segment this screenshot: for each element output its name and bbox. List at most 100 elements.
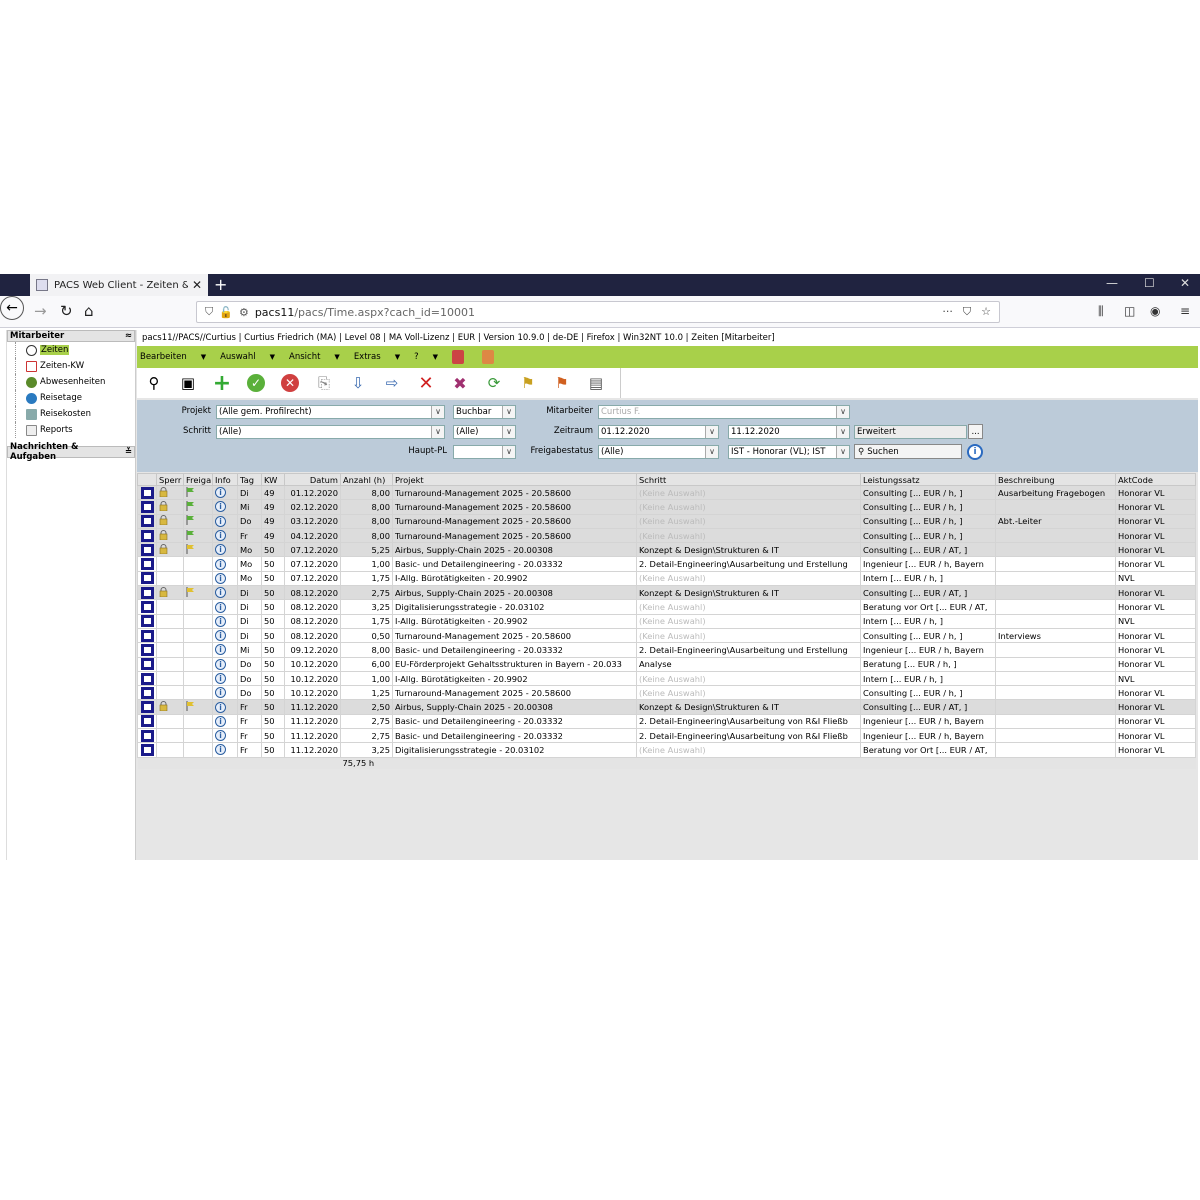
projekt-select[interactable]: (Alle gem. Profilrecht) ∨ — [216, 405, 445, 419]
info-icon[interactable]: i — [215, 515, 226, 527]
collapse-icon[interactable]: ≈ — [125, 331, 132, 341]
info-icon[interactable]: i — [215, 530, 226, 542]
column-header-freigabe[interactable]: Freiga — [183, 473, 213, 486]
sidebar-item-abwesenheiten[interactable]: Abwesenheiten — [15, 374, 135, 390]
column-header-datum[interactable]: Datum — [284, 473, 341, 486]
column-header-sperr[interactable]: Sperr — [156, 473, 184, 486]
table-row[interactable]: i Mo 50 07.12.2020 5,25 Airbus, Supply-Chain … — [137, 542, 1196, 558]
cancel-icon[interactable]: ✕ — [275, 370, 305, 396]
url-bar[interactable]: ⛉ 🔓 ⚙ pacs11 /pacs/Time.aspx?cach_id=100… — [196, 301, 1000, 323]
shield-icon[interactable]: ⛉ — [205, 305, 213, 319]
table-row[interactable]: i Di 49 01.12.2020 8,00 Turnaround-Management… — [137, 484, 1196, 501]
info-icon[interactable]: i — [215, 601, 226, 613]
account-icon[interactable]: ◉ — [1150, 304, 1160, 318]
table-row[interactable]: i Fr 50 11.12.2020 2,75 Basic- und Detailengi… — [137, 728, 1196, 744]
permissions-icon[interactable]: ⚙ — [239, 306, 249, 319]
insecure-lock-icon[interactable]: 🔓 — [219, 306, 233, 319]
expand-icon[interactable]: ≚ — [125, 447, 132, 457]
flag-revoke-icon[interactable]: ⚑ — [547, 370, 577, 396]
calculator-icon[interactable]: ▤ — [581, 370, 611, 396]
buchbar-select[interactable]: Buchbar ∨ — [453, 405, 516, 419]
column-header-anzahl[interactable]: Anzahl (h) — [340, 473, 393, 486]
info-icon[interactable]: i — [215, 687, 226, 699]
flag-release-icon[interactable]: ⚑ — [513, 370, 543, 396]
forward-icon[interactable]: → — [34, 302, 47, 320]
table-row[interactable]: i Mo 50 07.12.2020 1,75 I-Allg. Bürotätigkeit… — [137, 570, 1196, 587]
sidebar-toggle-icon[interactable]: ◫ — [1124, 304, 1135, 318]
suchen-button[interactable]: ⚲ Suchen — [854, 444, 962, 459]
info-icon[interactable]: i — [215, 658, 226, 670]
row-checkbox[interactable] — [140, 686, 154, 699]
row-checkbox[interactable] — [140, 558, 154, 571]
back-icon[interactable]: ← — [0, 296, 24, 320]
row-checkbox[interactable] — [140, 643, 154, 656]
info-icon[interactable]: i — [215, 715, 226, 727]
row-checkbox[interactable] — [140, 586, 154, 599]
table-row[interactable]: i Di 50 08.12.2020 0,50 Turnaround-Management… — [137, 627, 1196, 644]
row-checkbox[interactable] — [140, 529, 154, 542]
sidebar-section-nachrichten[interactable]: Nachrichten & Aufgaben ≚ — [7, 442, 135, 462]
zeitraum-to-input[interactable]: 11.12.2020 ∨ — [728, 425, 850, 439]
column-header-aktcode[interactable]: AktCode — [1115, 473, 1196, 486]
confirm-icon[interactable]: ✓ — [241, 370, 271, 396]
binoculars-icon[interactable]: ⚲ — [139, 370, 169, 396]
table-row[interactable]: i Fr 50 11.12.2020 3,25 Digitalisierungsstrat… — [137, 742, 1196, 758]
table-row[interactable]: i Mi 49 02.12.2020 8,00 Turnaround-Management… — [137, 499, 1196, 515]
info-icon[interactable]: i — [215, 487, 226, 499]
freigabe-select[interactable]: (Alle) ∨ — [598, 445, 719, 459]
menu-help[interactable]: ? ▼ — [414, 352, 438, 362]
info-icon[interactable]: i — [215, 615, 226, 627]
row-checkbox[interactable] — [140, 701, 154, 714]
table-row[interactable]: i Do 50 10.12.2020 1,25 Turnaround-Management… — [137, 685, 1196, 701]
logout-icon[interactable] — [481, 350, 494, 364]
table-row[interactable]: i Fr 50 11.12.2020 2,75 Basic- und Detailengi… — [137, 713, 1196, 730]
close-tab-icon[interactable]: ✕ — [192, 278, 202, 292]
window-close-icon[interactable]: ✕ — [1180, 276, 1190, 290]
page-actions-icon[interactable]: ··· — [942, 305, 953, 319]
row-checkbox[interactable] — [140, 629, 154, 642]
row-checkbox[interactable] — [140, 486, 154, 499]
info-icon[interactable]: i — [215, 744, 226, 756]
info-icon[interactable]: i — [215, 587, 226, 599]
table-row[interactable]: i Mo 50 07.12.2020 1,00 Basic- und Detailengi… — [137, 556, 1196, 572]
table-row[interactable]: i Do 50 10.12.2020 1,00 I-Allg. Bürotätigkeit… — [137, 670, 1196, 687]
row-checkbox[interactable] — [140, 672, 154, 685]
info-icon[interactable]: i — [215, 701, 226, 713]
info-icon[interactable]: i — [215, 572, 226, 584]
row-checkbox[interactable] — [140, 572, 154, 585]
menu-ansicht[interactable]: Ansicht ▼ — [289, 352, 340, 362]
row-checkbox[interactable] — [140, 515, 154, 528]
info-icon[interactable]: i — [215, 630, 226, 642]
table-row[interactable]: i Fr 49 04.12.2020 8,00 Turnaround-Management… — [137, 527, 1196, 544]
row-checkbox[interactable] — [140, 615, 154, 628]
column-header-projekt[interactable]: Projekt — [392, 473, 637, 486]
info-icon[interactable]: i — [215, 558, 226, 570]
pocket-icon[interactable]: ⛉ — [963, 305, 971, 319]
row-checkbox[interactable] — [140, 500, 154, 513]
table-row[interactable]: i Di 50 08.12.2020 3,25 Digitalisierungsstrat… — [137, 599, 1196, 615]
table-row[interactable]: i Fr 50 11.12.2020 2,50 Airbus, Supply-Chain … — [137, 699, 1196, 715]
column-header-select[interactable] — [137, 473, 157, 486]
info-icon[interactable]: i — [215, 730, 226, 742]
library-icon[interactable]: ⫼ — [1098, 304, 1104, 319]
ist-select[interactable]: IST - Honorar (VL); IST ∨ — [728, 445, 850, 459]
hauptpl-select[interactable]: ∨ — [453, 445, 516, 459]
menu-bearbeiten[interactable]: Bearbeiten ▼ — [140, 352, 206, 362]
add-icon[interactable]: + — [207, 370, 237, 396]
info-icon[interactable]: i — [215, 544, 226, 556]
row-checkbox[interactable] — [140, 658, 154, 671]
table-row[interactable]: i Do 49 03.12.2020 8,00 Turnaround-Management… — [137, 513, 1196, 529]
sidebar-item-reisetage[interactable]: Reisetage — [15, 390, 135, 406]
row-checkbox[interactable] — [140, 743, 154, 756]
column-header-kw[interactable]: KW — [261, 473, 285, 486]
info-icon[interactable]: i — [215, 644, 226, 656]
save-icon[interactable]: ▣ — [173, 370, 203, 396]
schritt-select[interactable]: (Alle) ∨ — [216, 425, 445, 439]
row-checkbox[interactable] — [140, 543, 154, 556]
table-row[interactable]: i Di 50 08.12.2020 1,75 I-Allg. Bürotätigkeit… — [137, 613, 1196, 629]
column-header-beschreibung[interactable]: Beschreibung — [995, 473, 1116, 486]
reload-icon[interactable]: ↻ — [60, 302, 73, 320]
sidebar-item-zeiten[interactable]: Zeiten — [15, 342, 135, 358]
column-header-info[interactable]: Info — [212, 473, 238, 486]
zeitraum-from-input[interactable]: 01.12.2020 ∨ — [598, 425, 719, 439]
